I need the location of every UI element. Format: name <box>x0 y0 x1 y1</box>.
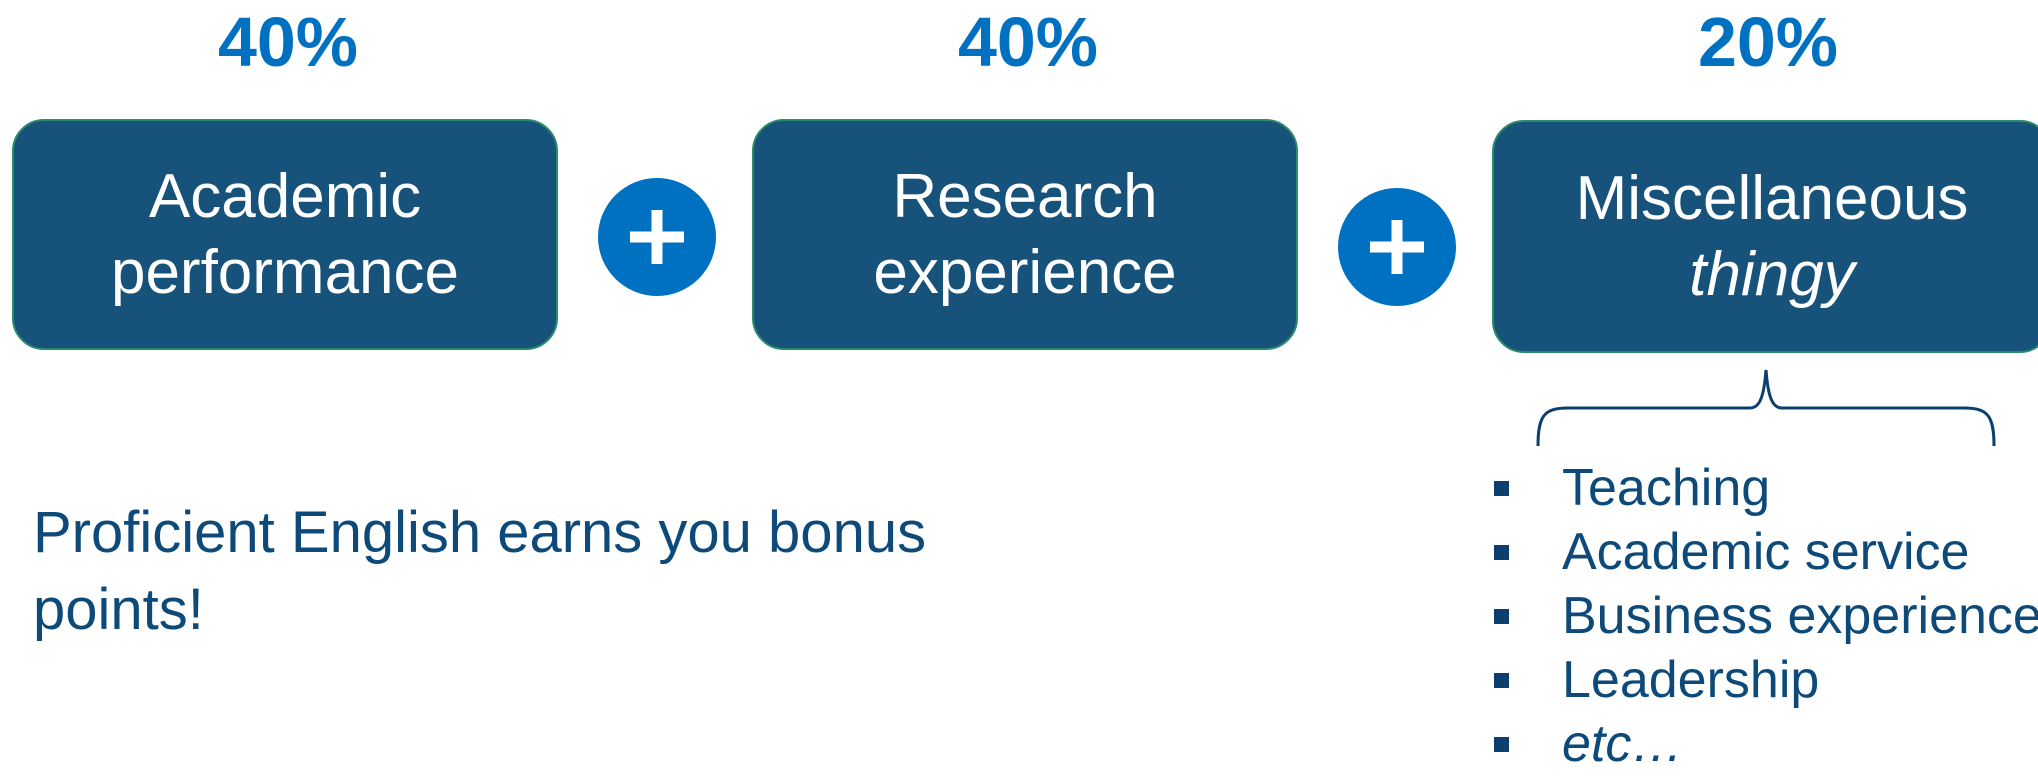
category-label-line2: experience <box>873 237 1177 307</box>
list-item: Teaching <box>1492 456 2038 520</box>
bonus-note: Proficient English earns you bonus point… <box>33 500 927 642</box>
weight-percent-misc: 20% <box>1697 3 1839 81</box>
list-item: etc… <box>1492 712 2038 776</box>
category-label-line2: performance <box>110 237 460 307</box>
square-bullet-icon <box>1494 673 1509 688</box>
category-label-line1: Research <box>892 161 1158 231</box>
weight-percent-academic: 40% <box>217 3 359 81</box>
plus-icon <box>598 178 716 296</box>
list-item: Leadership <box>1492 648 2038 712</box>
list-item-label: etc… <box>1562 715 1684 773</box>
category-label-line1: Miscellaneous <box>1575 163 1969 233</box>
category-box-misc: Miscellaneous thingy <box>1492 120 2038 353</box>
curly-brace-icon <box>1536 369 1996 447</box>
misc-items-list: Teaching Academic service Business exper… <box>1492 456 2038 776</box>
category-box-research: Research experience <box>752 119 1298 350</box>
list-item: Business experience <box>1492 584 2038 648</box>
category-label-line2: thingy <box>1689 239 1855 309</box>
list-item-label: Teaching <box>1562 459 1771 517</box>
square-bullet-icon <box>1494 545 1509 560</box>
square-bullet-icon <box>1494 609 1509 624</box>
list-item-label: Academic service <box>1562 523 1970 581</box>
list-item-label: Business experience <box>1562 587 2038 645</box>
category-label-line1: Academic <box>148 161 422 231</box>
list-item-label: Leadership <box>1562 651 1820 709</box>
square-bullet-icon <box>1494 481 1509 496</box>
category-box-academic: Academic performance <box>12 119 558 350</box>
weight-percent-research: 40% <box>957 3 1099 81</box>
list-item: Academic service <box>1492 520 2038 584</box>
plus-icon <box>1338 188 1456 306</box>
square-bullet-icon <box>1494 737 1509 752</box>
